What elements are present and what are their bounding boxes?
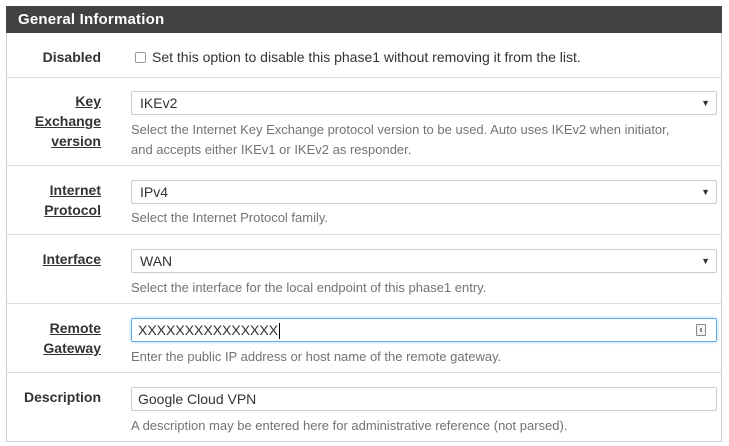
description-value: Google Cloud VPN xyxy=(138,391,257,407)
interface-label-text: Interface xyxy=(42,251,101,267)
disabled-checkbox[interactable] xyxy=(135,52,146,63)
internet-protocol-help: Select the Internet Protocol family. xyxy=(131,210,329,225)
remote-gateway-label-line1: Remote xyxy=(49,320,101,336)
key-exchange-label: Key Exchange version xyxy=(7,91,101,151)
caret-down-icon: ▼ xyxy=(701,98,710,108)
interface-select[interactable]: WAN ▼ xyxy=(131,249,717,273)
internet-protocol-label: Internet Protocol xyxy=(44,180,101,220)
key-exchange-help: Select the Internet Key Exchange protoco… xyxy=(131,120,669,160)
description-help: A description may be entered here for ad… xyxy=(131,418,568,433)
internet-protocol-select-value: IPv4 xyxy=(140,184,169,200)
disabled-label: Disabled xyxy=(42,49,101,65)
disabled-checkbox-text: Set this option to disable this phase1 w… xyxy=(152,49,581,65)
key-exchange-label-line1: Key Exchange xyxy=(34,93,101,129)
key-exchange-row: Key Exchange version IKEv2 ▼ Select the … xyxy=(7,77,721,165)
key-exchange-select[interactable]: IKEv2 ▼ xyxy=(131,91,717,115)
interface-label: Interface xyxy=(43,249,101,269)
interface-select-value: WAN xyxy=(140,253,173,269)
description-input[interactable]: Google Cloud VPN xyxy=(131,387,717,411)
disabled-row: Disabled Set this option to disable this… xyxy=(7,33,721,77)
remote-gateway-input[interactable]: XXXXXXXXXXXXXXX xyxy=(131,318,717,342)
description-row: Description Google Cloud VPN A descripti… xyxy=(7,372,721,442)
remote-gateway-help: Enter the public IP address or host name… xyxy=(131,349,502,364)
caret-down-icon: ▼ xyxy=(701,187,710,197)
password-manager-icon[interactable] xyxy=(696,324,706,336)
internet-protocol-label-line2: Protocol xyxy=(44,202,101,218)
key-exchange-label-line2: version xyxy=(51,133,101,149)
description-label: Description xyxy=(23,389,101,405)
caret-down-icon: ▼ xyxy=(701,256,710,266)
key-exchange-help-line1: Select the Internet Key Exchange protoco… xyxy=(131,122,670,137)
internet-protocol-select[interactable]: IPv4 ▼ xyxy=(131,180,717,204)
internet-protocol-row: Internet Protocol IPv4 ▼ Select the Inte… xyxy=(7,165,721,234)
key-exchange-select-value: IKEv2 xyxy=(140,95,178,111)
remote-gateway-value: XXXXXXXXXXXXXXX xyxy=(138,322,279,338)
text-cursor xyxy=(279,323,281,340)
remote-gateway-label-line2: Gateway xyxy=(43,340,101,356)
internet-protocol-label-line1: Internet xyxy=(49,182,101,198)
interface-row: Interface WAN ▼ Select the interface for… xyxy=(7,234,721,303)
key-exchange-help-line2: and accepts either IKEv1 or IKEv2 as res… xyxy=(131,142,412,157)
remote-gateway-label: Remote Gateway xyxy=(43,318,101,358)
remote-gateway-row: Remote Gateway XXXXXXXXXXXXXXX Enter the… xyxy=(7,303,721,372)
interface-help: Select the interface for the local endpo… xyxy=(131,280,487,295)
section-title: General Information xyxy=(6,6,722,33)
